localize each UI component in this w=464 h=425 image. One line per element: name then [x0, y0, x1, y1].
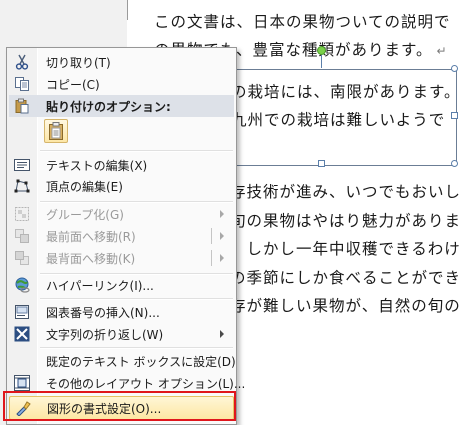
hyperlink-icon	[14, 277, 30, 293]
submenu-arrow-icon[interactable]	[220, 232, 224, 240]
menu-item-wrap-text[interactable]: 文字列の折り返し(W)	[9, 323, 234, 345]
split-divider	[211, 228, 212, 244]
menu-item-label: 最背面へ移動(K)	[46, 252, 136, 266]
document-line-6: の季節にしか食べることができ	[230, 269, 462, 287]
menu-item-label: グループ化(G)	[46, 208, 124, 222]
document-line-7: 存が難しい果物が、自然の旬の	[230, 297, 461, 315]
context-menu: 切り取り(T) コピー(C) 貼り付けのオプション: テキストの編集(X) 頂点…	[6, 47, 245, 425]
menu-item-edit-points[interactable]: 頂点の編集(E)	[9, 175, 234, 197]
menu-item-label: その他のレイアウト オプション(L)...	[46, 377, 246, 391]
edit-text-icon	[14, 157, 30, 173]
copy-icon	[14, 76, 30, 92]
wrap-text-icon	[14, 326, 30, 342]
resize-handle-top-right[interactable]	[451, 65, 458, 72]
menu-item-label: 図表番号の挿入(N)...	[46, 306, 160, 320]
group-icon	[14, 206, 30, 222]
document-line-3: 存技術が進み、いつでもおいし	[230, 183, 462, 201]
layout-options-icon	[14, 375, 30, 391]
menu-item-label: コピー(C)	[46, 78, 100, 92]
menu-item-edit-text[interactable]: テキストの編集(X)	[9, 154, 234, 176]
send-back-icon	[14, 250, 30, 266]
menu-item-label: テキストの編集(X)	[46, 159, 148, 173]
submenu-arrow-icon	[220, 330, 224, 338]
bring-front-icon	[14, 228, 30, 244]
page-margin-marker	[127, 0, 128, 20]
menu-separator	[40, 347, 233, 349]
menu-item-group[interactable]: グループ化(G)	[9, 203, 234, 225]
menu-item-copy[interactable]: コピー(C)	[9, 73, 234, 95]
paragraph-mark: ↵	[436, 44, 448, 58]
menu-item-label: 既定のテキスト ボックスに設定(D)	[46, 355, 236, 369]
edit-points-icon	[14, 178, 30, 194]
menu-item-label: 文字列の折り返し(W)	[46, 328, 164, 342]
paste-icon	[14, 98, 30, 114]
menu-item-insert-caption[interactable]: 図表番号の挿入(N)...	[9, 301, 234, 323]
clipboard-icon	[49, 122, 63, 140]
menu-item-label: 切り取り(T)	[46, 56, 111, 70]
resize-handle-bottom-right[interactable]	[451, 160, 458, 167]
menu-section-label: 貼り付けのオプション:	[46, 100, 171, 114]
split-divider	[211, 250, 212, 266]
menu-item-cut[interactable]: 切り取り(T)	[9, 51, 234, 73]
menu-item-set-default-textbox[interactable]: 既定のテキスト ボックスに設定(D)	[9, 350, 236, 372]
submenu-arrow-icon	[220, 210, 224, 218]
menu-item-label: ハイパーリンク(I)...	[46, 279, 154, 293]
menu-item-bring-to-front[interactable]: 最前面へ移動(R)	[9, 225, 234, 247]
resize-handle-right[interactable]	[451, 112, 458, 119]
resize-handle-bottom[interactable]	[318, 160, 325, 167]
paste-keep-text-only-button[interactable]	[44, 119, 68, 143]
menu-item-hyperlink[interactable]: ハイパーリンク(I)...	[9, 274, 234, 296]
menu-item-send-to-back[interactable]: 最背面へ移動(K)	[9, 247, 234, 269]
menu-item-label: 最前面へ移動(R)	[46, 230, 136, 244]
menu-separator	[40, 201, 233, 203]
scissors-icon	[14, 54, 30, 70]
document-line-4: 旬の果物はやはり魅力がありま	[230, 212, 462, 230]
document-line-5: 。しかし一年中収穫できるわけ	[230, 240, 461, 258]
menu-separator	[40, 150, 233, 152]
menu-item-label: 頂点の編集(E)	[46, 180, 123, 194]
submenu-arrow-icon[interactable]	[220, 254, 224, 262]
menu-section-paste-options: 貼り付けのオプション:	[9, 95, 234, 117]
document-line-1: この文書は、日本の果物ついての説明で	[154, 13, 451, 31]
caption-icon	[14, 304, 30, 320]
rotation-handle[interactable]	[317, 46, 326, 55]
menu-separator	[40, 298, 233, 300]
highlight-frame	[3, 391, 236, 421]
textbox-line-2: 九州での栽培は難しいようで	[231, 111, 446, 129]
textbox-line-1: の栽培には、南限があります。	[231, 83, 461, 101]
